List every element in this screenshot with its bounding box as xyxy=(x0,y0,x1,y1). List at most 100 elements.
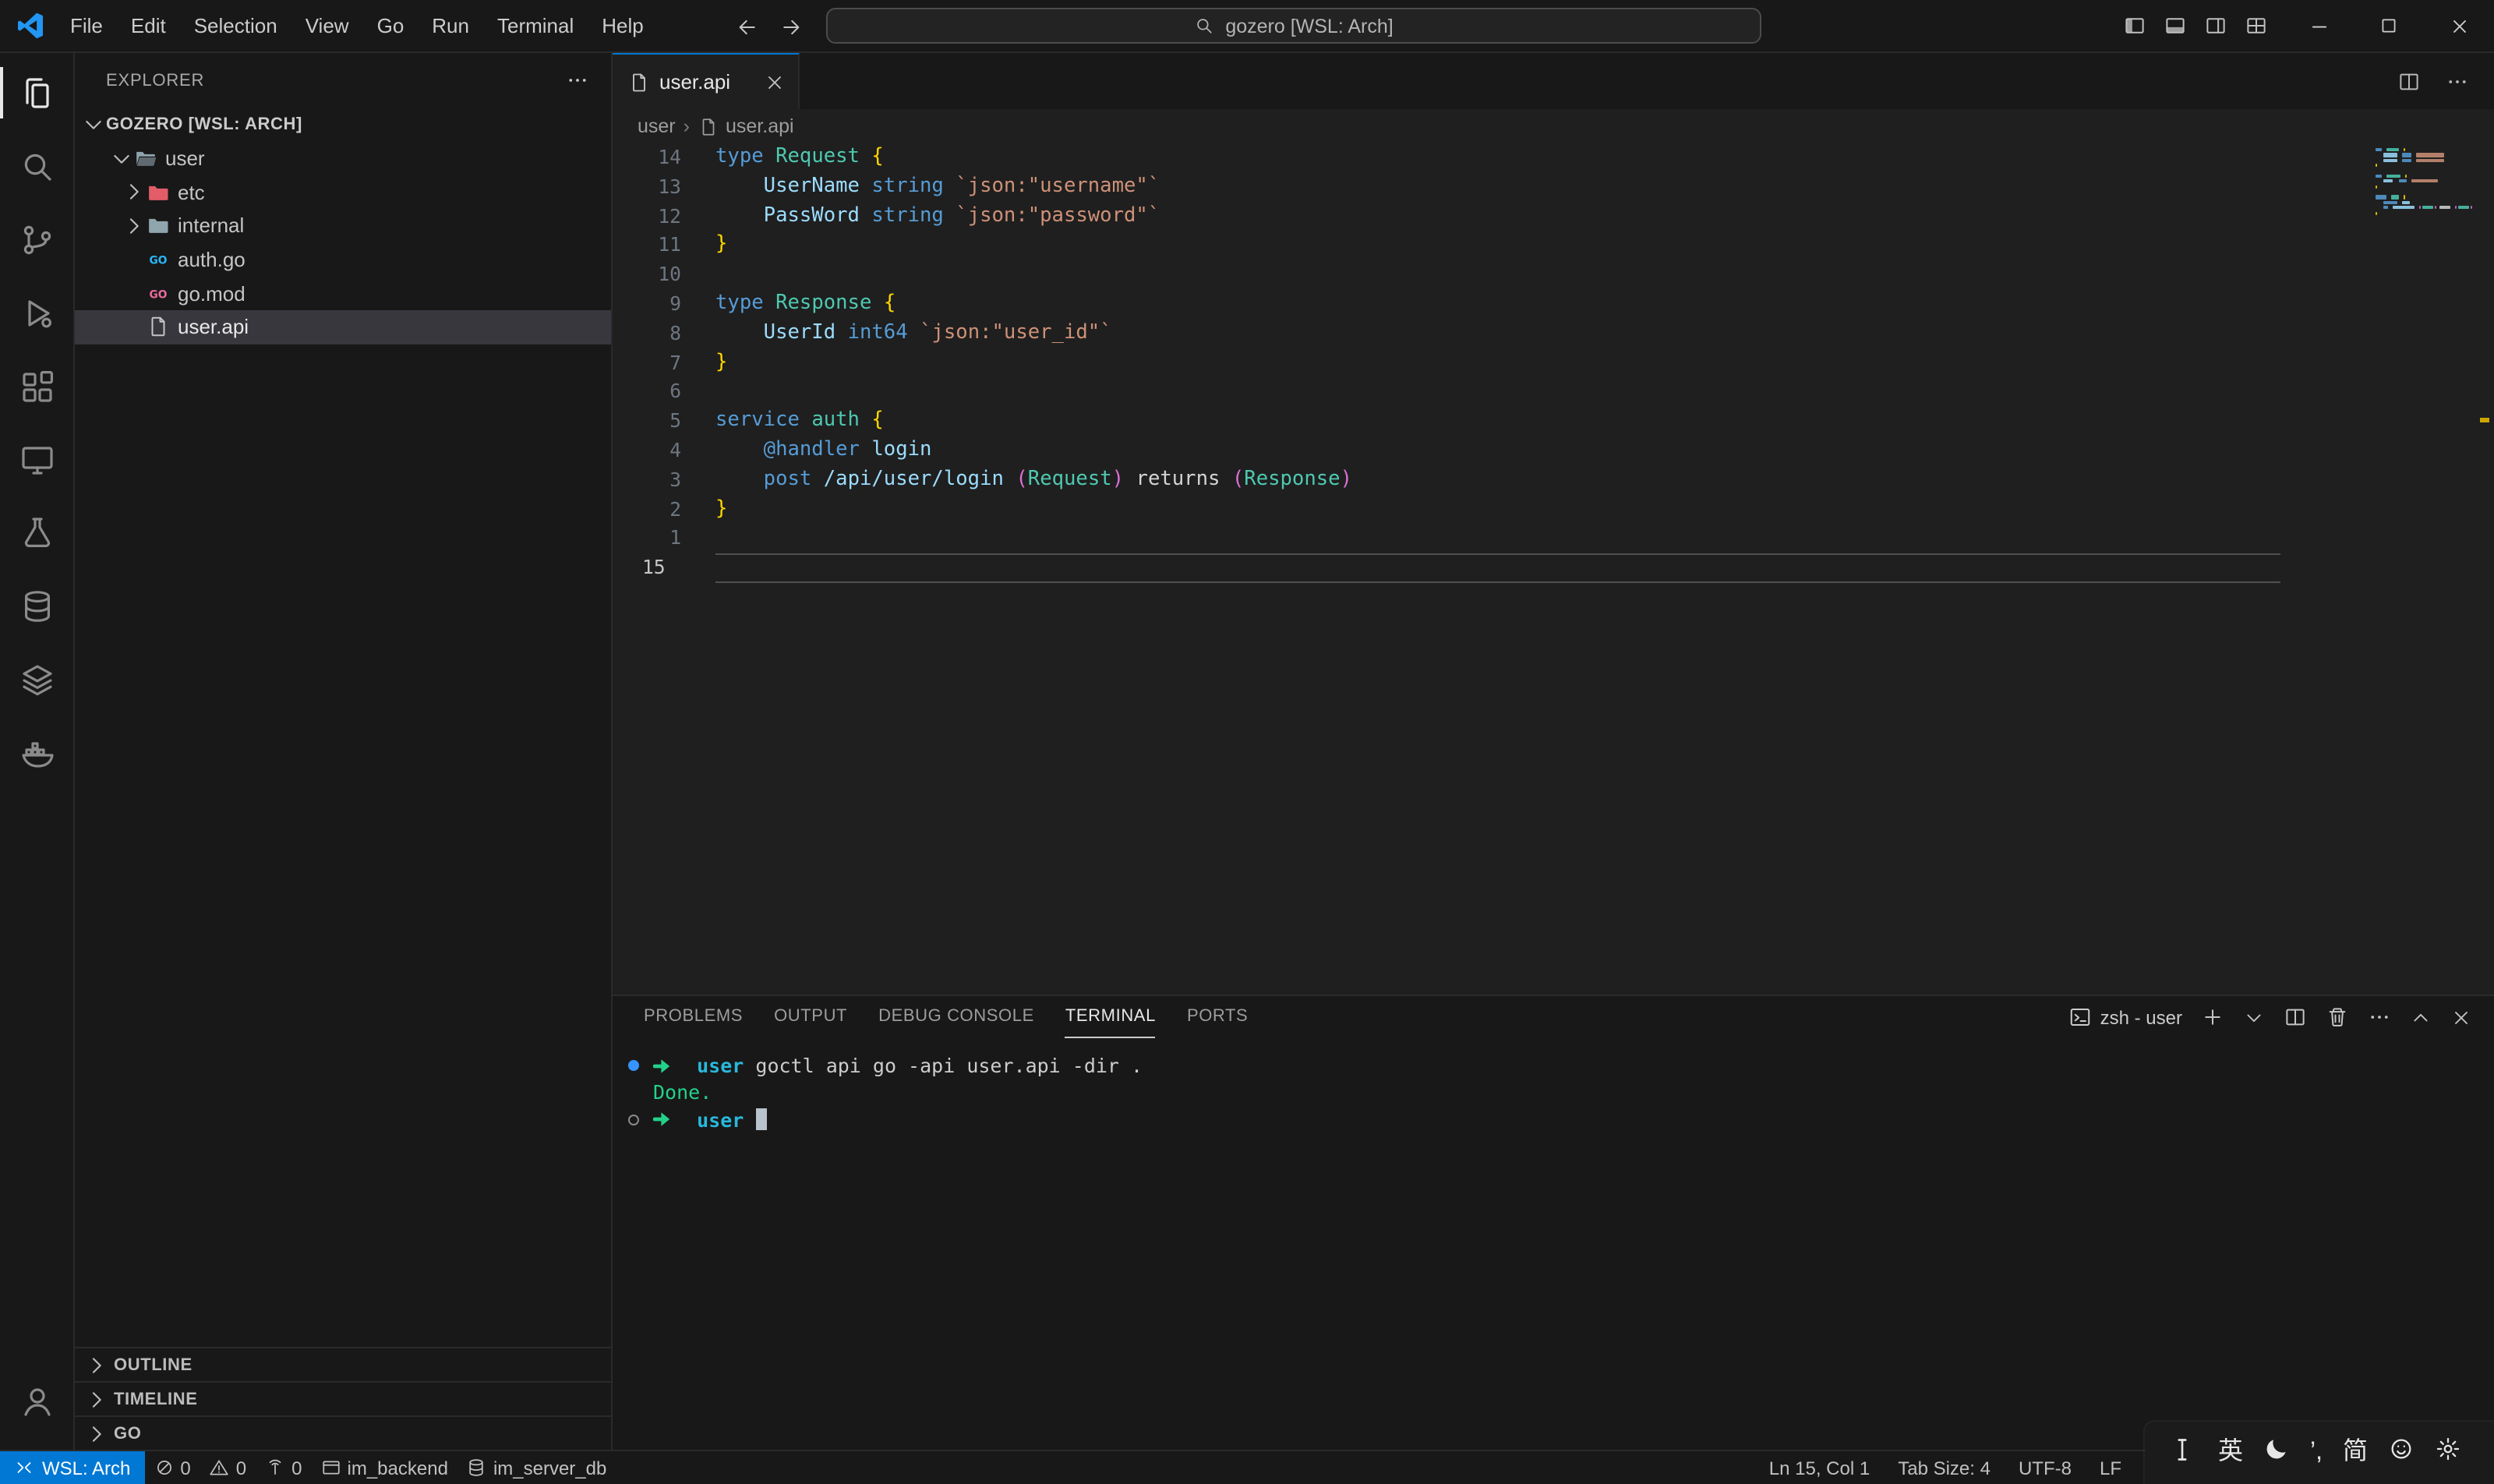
toggle-secondary-sidebar-button[interactable] xyxy=(2204,14,2227,37)
tab-close-button[interactable] xyxy=(764,71,786,93)
breadcrumb-folder[interactable]: user xyxy=(638,115,676,137)
menu-terminal[interactable]: Terminal xyxy=(483,0,588,51)
split-editor-button[interactable] xyxy=(2397,69,2421,93)
status-item-0[interactable]: 0 xyxy=(256,1451,311,1484)
panel-tab-ports[interactable]: PORTS xyxy=(1187,996,1248,1038)
tree-item-user-api[interactable]: user.api xyxy=(75,310,611,344)
activity-item-docker[interactable] xyxy=(0,716,74,789)
menu-view[interactable]: View xyxy=(291,0,363,51)
code-line[interactable]: 11} xyxy=(613,231,2494,261)
status-item-0[interactable]: 0 xyxy=(144,1451,200,1484)
menu-go[interactable]: Go xyxy=(363,0,419,51)
split-terminal-button[interactable] xyxy=(2284,1005,2307,1029)
activity-item-testing[interactable] xyxy=(0,496,74,569)
panel-more-actions-button[interactable] xyxy=(2368,1005,2391,1029)
tree-item-go-mod[interactable]: GOgo.mod xyxy=(75,277,611,310)
sidebar-section-go[interactable]: GO xyxy=(75,1415,611,1450)
status-item-0[interactable]: 0 xyxy=(200,1451,256,1484)
code-line[interactable]: 3 post /api/user/login (Request) returns… xyxy=(613,466,2494,496)
ime-dark-mode[interactable] xyxy=(2263,1436,2290,1470)
code-line[interactable]: 7} xyxy=(613,348,2494,378)
code-line[interactable]: 5service auth { xyxy=(613,407,2494,436)
terminal-line: user goctl api go -api user.api -dir . xyxy=(628,1052,2494,1079)
editor-more-actions-button[interactable] xyxy=(2446,69,2469,93)
forward-button[interactable] xyxy=(779,15,803,38)
toggle-panel-button[interactable] xyxy=(2164,14,2187,37)
panel-tab-debug-console[interactable]: DEBUG CONSOLE xyxy=(878,996,1034,1038)
tree-item-user[interactable]: user xyxy=(75,141,611,175)
maximize-panel-button[interactable] xyxy=(2410,1006,2432,1028)
terminal-profile-dropdown-button[interactable] xyxy=(2243,1006,2265,1028)
activity-item-remote-explorer[interactable] xyxy=(0,422,74,496)
tree-item-etc[interactable]: etc xyxy=(75,175,611,209)
minimize-button[interactable] xyxy=(2284,0,2354,52)
activity-item-source-control[interactable] xyxy=(0,203,74,276)
ime-punctuation-mode[interactable]: ’, xyxy=(2310,1440,2323,1465)
status-item-im-server-db[interactable]: im_server_db xyxy=(457,1451,616,1484)
code-line[interactable]: 9type Response { xyxy=(613,290,2494,320)
activity-item-database[interactable] xyxy=(0,569,74,642)
kill-terminal-button[interactable] xyxy=(2326,1005,2349,1029)
code-line[interactable]: 1 xyxy=(613,525,2494,554)
code-line[interactable]: 2} xyxy=(613,495,2494,525)
code-text: } xyxy=(715,495,727,525)
activity-item-run-debug[interactable] xyxy=(0,276,74,349)
tree-root-gozero[interactable]: GOZERO [WSL: ARCH] xyxy=(75,108,611,141)
toggle-primary-sidebar-button[interactable] xyxy=(2123,14,2146,37)
code-line[interactable]: 4 @handler login xyxy=(613,436,2494,466)
activity-item-explorer[interactable] xyxy=(0,56,74,129)
activity-item-extensions[interactable] xyxy=(0,349,74,422)
customize-layout-button[interactable] xyxy=(2245,14,2268,37)
code-line[interactable]: 15 xyxy=(613,553,2494,583)
status-item-lf[interactable]: LF xyxy=(2086,1451,2135,1484)
activity-item-layers[interactable] xyxy=(0,642,74,716)
menu-help[interactable]: Help xyxy=(588,0,658,51)
activity-item-account[interactable] xyxy=(0,1364,74,1437)
new-terminal-button[interactable] xyxy=(2201,1005,2224,1029)
terminal-instance-dropdown[interactable]: zsh - user xyxy=(2069,1005,2182,1029)
status-item-tab-size-4[interactable]: Tab Size: 4 xyxy=(1884,1451,2005,1484)
terminal-output[interactable]: user goctl api go -api user.api -dir .Do… xyxy=(613,1038,2494,1450)
code-line[interactable]: 10 xyxy=(613,260,2494,290)
tree-item-auth-go[interactable]: GOauth.go xyxy=(75,243,611,277)
remote-indicator[interactable]: WSL: Arch xyxy=(0,1451,144,1484)
status-item-utf-8[interactable]: UTF-8 xyxy=(2005,1451,2086,1484)
ime-cursor[interactable] xyxy=(2167,1433,2198,1472)
code-line[interactable]: 8 UserId int64 `json:"user_id"` xyxy=(613,320,2494,349)
minimap[interactable] xyxy=(2376,148,2472,222)
code-line[interactable]: 14type Request { xyxy=(613,143,2494,173)
panel-tab-output[interactable]: OUTPUT xyxy=(774,996,847,1038)
activity-item-search[interactable] xyxy=(0,129,74,203)
menu-selection[interactable]: Selection xyxy=(180,0,291,51)
code-line[interactable]: 6 xyxy=(613,378,2494,408)
back-button[interactable] xyxy=(736,15,759,38)
menu-run[interactable]: Run xyxy=(418,0,483,51)
code-line[interactable]: 13 UserName string `json:"username"` xyxy=(613,173,2494,203)
panel-tab-terminal[interactable]: TERMINAL xyxy=(1065,996,1156,1038)
code-line[interactable]: 12 PassWord string `json:"password"` xyxy=(613,202,2494,231)
sidebar-section-outline[interactable]: OUTLINE xyxy=(75,1347,611,1381)
maximize-button[interactable] xyxy=(2354,0,2424,52)
sidebar-section-timeline[interactable]: TIMELINE xyxy=(75,1381,611,1415)
menu-edit[interactable]: Edit xyxy=(117,0,180,51)
status-item-ln-15-col-1[interactable]: Ln 15, Col 1 xyxy=(1755,1451,1884,1484)
menu-file[interactable]: File xyxy=(56,0,117,51)
tree-item-internal[interactable]: internal xyxy=(75,209,611,242)
ime-language-english[interactable]: 英 xyxy=(2218,1440,2243,1465)
ime-settings[interactable] xyxy=(2435,1436,2461,1470)
explorer-more-actions-button[interactable] xyxy=(566,69,589,92)
database-icon xyxy=(18,587,55,624)
ime-simplified-chinese[interactable]: 简 xyxy=(2343,1440,2368,1465)
code-editor[interactable]: 14type Request {13 UserName string `json… xyxy=(613,143,2494,995)
code-text: type Response { xyxy=(715,290,896,320)
ime-emoji[interactable] xyxy=(2388,1436,2415,1470)
status-item-im-backend[interactable]: im_backend xyxy=(312,1451,457,1484)
breadcrumb-file[interactable]: user.api xyxy=(726,115,794,137)
tab-user-api[interactable]: user.api xyxy=(613,53,800,109)
close-panel-button[interactable] xyxy=(2450,1006,2472,1028)
status-right-items: Ln 15, Col 1Tab Size: 4UTF-8LF xyxy=(1755,1451,2135,1484)
panel-tab-problems[interactable]: PROBLEMS xyxy=(644,996,743,1038)
close-window-button[interactable] xyxy=(2424,0,2494,52)
sidebar-header: EXPLORER xyxy=(75,53,611,108)
command-center-search[interactable]: gozero [WSL: Arch] xyxy=(826,8,1761,44)
